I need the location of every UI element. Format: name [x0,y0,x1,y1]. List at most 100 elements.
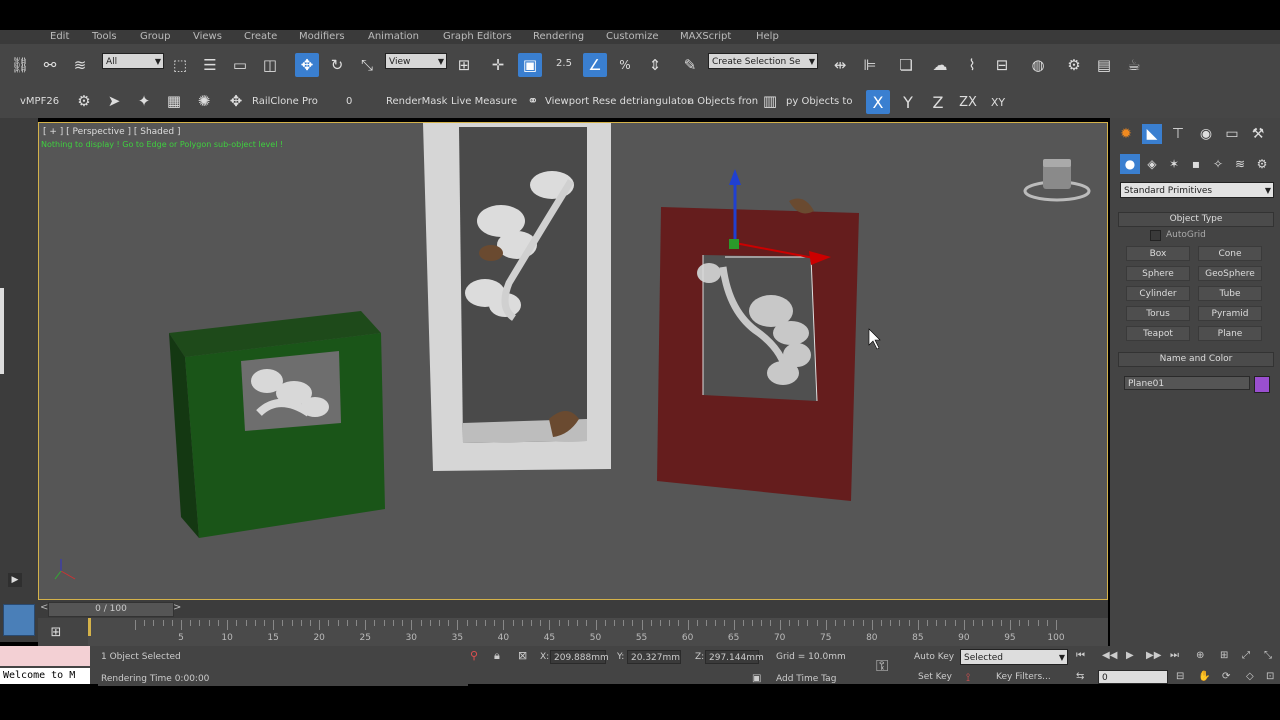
maxscript-listener-bottom[interactable]: Welcome to M [0,668,90,684]
layer-manager-icon[interactable]: ❏ [894,53,918,77]
time-slider-track[interactable]: < 0 / 100 > [38,600,1108,618]
x-coordinate-field[interactable]: 209.888mm [550,650,609,664]
utilities-tab-icon[interactable]: ⚒ [1248,124,1268,144]
key-icon[interactable]: ⚿ [876,656,888,676]
hierarchy-tab-icon[interactable]: ⊤ [1168,124,1188,144]
select-move-icon[interactable]: ✥ [295,53,319,77]
plane-button[interactable]: Plane [1198,326,1262,341]
tube-button[interactable]: Tube [1198,286,1262,301]
helpers-icon[interactable]: ✧ [1208,154,1228,174]
cameras-icon[interactable]: ▪ [1186,154,1206,174]
material-editor-icon[interactable]: ◍ [1026,53,1050,77]
modify-tab-icon[interactable]: ◣ [1142,124,1162,144]
render-production-icon[interactable]: ☕ [1122,53,1146,77]
percent-snap-icon[interactable]: % [613,53,637,77]
rendered-frame-window-icon[interactable]: ▤ [1092,53,1116,77]
zoom-all-icon[interactable]: ⊞ [1220,650,1228,661]
menu-animation[interactable]: Animation [368,31,419,42]
y-coordinate-field[interactable]: 20.327mm [627,650,681,664]
axis-zx-button[interactable]: ZX [956,90,980,114]
plugin-sun-icon[interactable]: ✺ [192,89,216,113]
select-by-name-icon[interactable]: ☰ [198,53,222,77]
mirror-icon[interactable]: ⇹ [828,53,852,77]
add-time-tag-button[interactable]: Add Time Tag [776,674,836,684]
sphere-button[interactable]: Sphere [1126,266,1190,281]
create-tab-icon[interactable]: ✹ [1116,124,1136,144]
pyramid-button[interactable]: Pyramid [1198,306,1262,321]
render-setup-icon[interactable]: ⚙ [1062,53,1086,77]
set-key-button[interactable]: Set Key [918,672,952,682]
cone-button[interactable]: Cone [1198,246,1262,261]
copy-objects-icon[interactable]: ▥ [758,89,782,113]
time-next-arrow-icon[interactable]: > [173,602,181,613]
prev-frame-icon[interactable]: ◀◀ [1102,650,1117,661]
play-animation-icon[interactable]: ▶ [1126,650,1134,661]
lock-icon[interactable]: 🔒︎ [494,649,500,663]
menu-rendering[interactable]: Rendering [533,31,584,42]
menu-help[interactable]: Help [756,31,779,42]
link-icon[interactable]: ⛓ [8,53,32,77]
reference-coordinate-dropdown[interactable]: View ▼ [385,53,447,69]
ribbon-handle[interactable] [0,288,4,374]
menu-customize[interactable]: Customize [606,31,659,42]
select-object-icon[interactable]: ⬚ [168,53,192,77]
teapot-button[interactable]: Teapot [1126,326,1190,341]
isolate-icon[interactable]: ⚲ [470,649,478,662]
spinner-snap-icon[interactable]: ⇕ [643,53,667,77]
menu-create[interactable]: Create [244,31,277,42]
plugin-tree-icon[interactable]: ✦ [132,89,156,113]
geometry-icon[interactable]: ● [1120,154,1140,174]
torus-button[interactable]: Torus [1126,306,1190,321]
bind-space-warp-icon[interactable]: ≋ [68,53,92,77]
keyboard-shortcut-override-icon[interactable]: ▣ [518,53,542,77]
play-icon[interactable]: ▶ [8,573,22,587]
shapes-icon[interactable]: ◈ [1142,154,1162,174]
viewport-reset-icon[interactable]: ⚭ [521,89,545,113]
time-config-icon[interactable]: ⊟ [1176,671,1184,682]
rendermask-button[interactable]: RenderMask [386,96,447,107]
menu-maxscript[interactable]: MAXScript [680,31,731,42]
select-manipulate-icon[interactable]: ✛ [486,53,510,77]
goto-end-icon[interactable]: ⏭ [1170,650,1179,661]
axis-y-button[interactable]: Y [896,90,920,114]
selection-filter-dropdown[interactable]: All ▼ [102,53,164,69]
axis-xy-button[interactable]: XY [986,90,1010,114]
pan-icon[interactable]: ✋ [1198,671,1210,682]
display-tab-icon[interactable]: ▭ [1222,124,1242,144]
axis-x-button[interactable]: X [866,90,890,114]
select-scale-icon[interactable]: ⤡ [355,53,379,77]
viewport-layout-tab[interactable] [3,604,35,636]
time-tag-icon[interactable]: ▣ [752,673,761,684]
next-frame-icon[interactable]: ▶▶ [1146,650,1161,661]
vmpf-plugin-label[interactable]: vMPF26 [20,96,59,107]
geosphere-button[interactable]: GeoSphere [1198,266,1262,281]
menu-tools[interactable]: Tools [92,31,117,42]
fov-icon[interactable]: ◇ [1246,671,1254,682]
absolute-mode-icon[interactable]: ⊠ [518,649,527,662]
named-selection-dropdown[interactable]: Create Selection Se ▼ [708,53,818,69]
axis-z-button[interactable]: Z [926,90,950,114]
name-color-rollout-header[interactable]: Name and Color [1118,352,1274,367]
zoom-extents-all-icon[interactable]: ⤡ [1264,650,1272,661]
cylinder-button[interactable]: Cylinder [1126,286,1190,301]
object-color-swatch[interactable] [1254,376,1270,393]
key-mode-dropdown[interactable]: Selected ▼ [960,649,1068,665]
object-name-field[interactable]: Plane01 [1124,376,1250,390]
menu-modifiers[interactable]: Modifiers [299,31,345,42]
viewport-reset-button[interactable]: Viewport Rese detriangulator [545,96,691,107]
current-frame-field[interactable]: 0 [1098,670,1168,684]
track-bar[interactable]: 5 10 15 20 25 30 35 40 45 50 55 60 65 70 75 80 85 90 95 100 [88,618,1108,646]
angle-snap-icon[interactable]: ∠ [583,53,607,77]
snaps-toggle-icon[interactable]: 2.5 [552,51,576,75]
zoom-icon[interactable]: ⊕ [1196,650,1204,661]
autogrid-checkbox[interactable] [1150,230,1161,241]
menu-group[interactable]: Group [140,31,170,42]
perspective-viewport[interactable]: [ + ] [ Perspective ] [ Shaded ] Nothing… [38,122,1108,600]
menu-views[interactable]: Views [193,31,222,42]
box-button[interactable]: Box [1126,246,1190,261]
plugin-grid-icon[interactable]: ▦ [162,89,186,113]
menu-edit[interactable]: Edit [50,31,69,42]
schematic-view-icon[interactable]: ⊟ [990,53,1014,77]
window-crossing-icon[interactable]: ◫ [258,53,282,77]
graphite-ribbon-icon[interactable]: ☁ [928,53,952,77]
